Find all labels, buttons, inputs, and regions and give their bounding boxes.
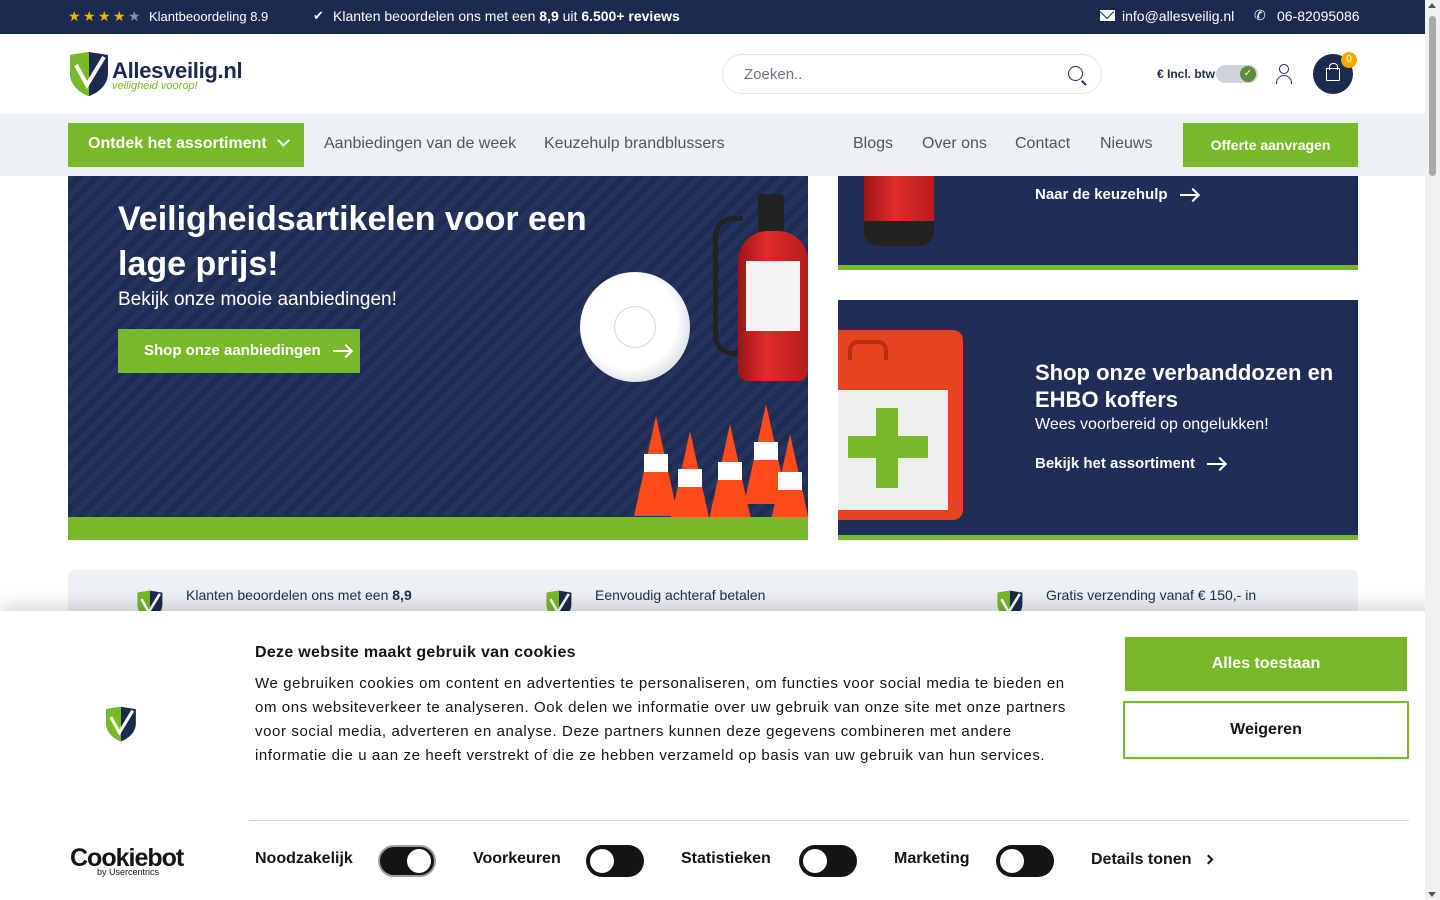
extinguisher-valve-image: [758, 194, 784, 234]
first-aid-kit-image: [838, 330, 963, 520]
shield-logo-icon[interactable]: [68, 51, 110, 97]
check-icon: ✔: [313, 8, 324, 23]
email-link[interactable]: info@allesveilig.nl: [1122, 8, 1234, 24]
nav-link-extinguisher-guide[interactable]: Keuzehulp brandblussers: [544, 135, 725, 153]
phone-icon: ✆: [1254, 7, 1266, 23]
phone-link[interactable]: 06-82095086: [1277, 8, 1360, 24]
scroll-up-arrow-icon[interactable]: [1428, 3, 1436, 8]
rating-stars: ★ ★ ★ ★ ★: [68, 9, 142, 23]
nav-link-news[interactable]: Nieuws: [1100, 135, 1152, 153]
usp-free-shipping-bold: Gratis verzending: [1046, 587, 1156, 603]
scrollbar-thumb[interactable]: [1429, 16, 1436, 176]
first-aid-promo-subtitle: Wees voorbereid op ongelukken!: [1035, 416, 1269, 433]
necessary-toggle[interactable]: [378, 845, 436, 877]
usp-rating: Klanten beoordelen ons met een 8,9: [186, 587, 412, 603]
account-icon[interactable]: [1275, 64, 1293, 84]
shop-offers-label: Shop onze aanbiedingen: [144, 342, 321, 359]
cart-count-badge: 0: [1341, 52, 1357, 68]
cookie-title: Deze website maakt gebruik van cookies: [255, 644, 576, 661]
star-icon: ★: [113, 8, 126, 24]
site-header: Allesveilig.nl veiligheid voorop! Zoeken…: [0, 34, 1425, 114]
preferences-label: Voorkeuren: [473, 850, 561, 867]
reviews-count: 6.500+ reviews: [581, 8, 680, 24]
star-icon: ★: [83, 8, 96, 24]
statistics-label: Statistieken: [681, 850, 771, 867]
first-aid-promo[interactable]: Shop onze verbanddozen en EHBO koffers W…: [838, 300, 1358, 540]
cookie-consent-banner: Deze website maakt gebruik van cookies W…: [0, 611, 1440, 900]
marketing-toggle[interactable]: [996, 845, 1054, 877]
shield-logo-icon: [106, 706, 136, 742]
usp-free-shipping-rest: vanaf € 150,- in: [1155, 587, 1257, 603]
top-bar: ★ ★ ★ ★ ★ Klantbeoordeling 8.9 ✔ Klanten…: [0, 0, 1425, 34]
star-empty-icon: ★: [128, 8, 141, 24]
chevron-right-icon: [1204, 854, 1214, 865]
nav-link-offers[interactable]: Aanbiedingen van de week: [324, 135, 516, 153]
search-icon[interactable]: [1068, 66, 1083, 81]
hero-subtitle: Bekijk onze mooie aanbiedingen!: [118, 289, 397, 310]
guide-link[interactable]: Naar de keuzehulp: [1035, 186, 1198, 203]
cart-button[interactable]: 0: [1313, 52, 1357, 94]
hero-title: Veiligheidsartikelen voor een lage prijs…: [118, 200, 587, 283]
guide-link-label: Naar de keuzehulp: [1035, 186, 1168, 203]
usp-free-shipping: Gratis verzending vanaf € 150,- in: [1046, 587, 1256, 603]
vat-toggle[interactable]: ✓: [1216, 65, 1258, 83]
smoke-detector-image: [580, 272, 690, 382]
star-icon: ★: [98, 8, 111, 24]
page-scrollbar[interactable]: [1425, 0, 1440, 900]
show-details-link[interactable]: Details tonen: [1091, 851, 1214, 869]
assortment-menu-label: Ontdek het assortiment: [88, 135, 267, 152]
promo-accent-bar: [838, 535, 1358, 540]
main-navigation: Ontdek het assortiment Aanbiedingen van …: [0, 114, 1425, 176]
nav-link-about[interactable]: Over ons: [922, 135, 987, 153]
check-icon: ✓: [1240, 66, 1256, 82]
star-icon: ★: [68, 8, 81, 24]
usp-rating-prefix: Klanten beoordelen ons met een: [186, 587, 393, 603]
rating-label: Klantbeoordeling 8.9: [149, 9, 269, 24]
assortment-menu-button[interactable]: Ontdek het assortiment: [68, 123, 304, 167]
arrow-right-icon: [1179, 194, 1198, 197]
hero-accent-bar: [68, 517, 808, 540]
arrow-right-icon: [332, 350, 351, 353]
view-assortment-label: Bekijk het assortiment: [1035, 455, 1196, 472]
allow-all-cookies-button[interactable]: Alles toestaan: [1125, 637, 1407, 691]
necessary-label: Noodzakelijk: [255, 850, 353, 867]
shopping-bag-icon: [1326, 63, 1340, 81]
extinguisher-guide-promo[interactable]: Naar de keuzehulp: [838, 176, 1358, 270]
shop-offers-button[interactable]: Shop onze aanbiedingen: [118, 329, 360, 373]
show-details-label: Details tonen: [1091, 851, 1192, 868]
cookiebot-tagline: by Usercentrics: [97, 867, 160, 877]
hero-banner[interactable]: Veiligheidsartikelen voor een lage prijs…: [68, 176, 808, 540]
promo-accent-bar: [838, 265, 1358, 270]
fire-extinguisher-image: [864, 176, 934, 246]
cookie-description: We gebruiken cookies om content en adver…: [255, 675, 1067, 764]
first-aid-promo-title: Shop onze verbanddozen en EHBO koffers: [1035, 360, 1334, 412]
reviews-text: Klanten beoordelen ons met een 8,9 uit 6…: [333, 8, 680, 24]
deny-cookies-button[interactable]: Weigeren: [1123, 701, 1409, 759]
search-input[interactable]: Zoeken..: [722, 54, 1102, 94]
view-assortment-link[interactable]: Bekijk het assortiment: [1035, 455, 1226, 472]
search-placeholder: Zoeken..: [744, 66, 803, 83]
reviews-score: 8,9: [539, 8, 559, 24]
traffic-cone-image: [668, 431, 712, 531]
scroll-down-arrow-icon[interactable]: [1428, 892, 1436, 897]
usp-rating-score: 8,9: [392, 587, 412, 603]
usp-pay-later: Eenvoudig achteraf betalen: [595, 587, 766, 603]
logo-tagline: veiligheid voorop!: [112, 80, 198, 92]
arrow-right-icon: [1207, 463, 1226, 466]
extinguisher-label-image: [746, 261, 800, 331]
request-quote-button[interactable]: Offerte aanvragen: [1183, 123, 1358, 167]
reviews-mid: uit: [558, 8, 582, 24]
nav-link-contact[interactable]: Contact: [1015, 135, 1070, 153]
vat-toggle-label: € Incl. btw: [1157, 67, 1216, 81]
preferences-toggle[interactable]: [586, 845, 644, 877]
nav-link-blogs[interactable]: Blogs: [853, 135, 893, 153]
cookie-divider: [249, 820, 1409, 821]
marketing-label: Marketing: [894, 850, 970, 867]
chevron-down-icon: [277, 134, 290, 147]
statistics-toggle[interactable]: [799, 845, 857, 877]
mail-icon: [1100, 10, 1115, 21]
usp-strip: Klanten beoordelen ons met een 8,9 Eenvo…: [68, 570, 1358, 620]
reviews-prefix: Klanten beoordelen ons met een: [333, 8, 540, 24]
